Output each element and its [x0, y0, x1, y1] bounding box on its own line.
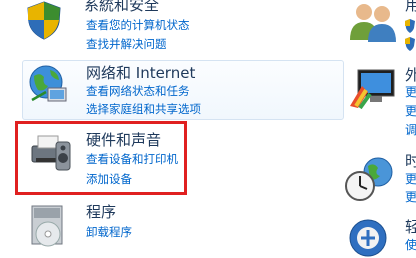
clock-link-2[interactable]: 更 [405, 190, 416, 204]
link-view-network-status[interactable]: 查看网络状态和任务 [86, 84, 190, 98]
user-accounts-title[interactable]: 用 [405, 0, 416, 14]
uac-shield-icon [405, 19, 415, 51]
clock-globe-icon [345, 157, 393, 201]
appearance-title[interactable]: 外 [405, 66, 416, 84]
category-title-programs[interactable]: 程序 [86, 203, 116, 221]
annotation-highlight-box [15, 121, 187, 195]
programs-disc-icon [31, 205, 63, 247]
category-title-security[interactable]: 系統和安全 [84, 0, 159, 14]
appearance-link-1[interactable]: 更 [405, 85, 416, 99]
user-accounts-icon [350, 4, 396, 42]
ease-title[interactable]: 轻 [405, 218, 416, 236]
category-title-network[interactable]: 网络和 Internet [86, 64, 195, 82]
link-view-computer-status[interactable]: 查看您的计算机状态 [86, 18, 190, 32]
ease-link-1[interactable]: 使 [405, 238, 416, 252]
clock-title[interactable]: 时 [405, 152, 416, 170]
appearance-link-3[interactable]: 调 [405, 123, 416, 137]
link-uninstall-program[interactable]: 卸载程序 [86, 225, 132, 239]
globe-network-icon [29, 65, 67, 102]
appearance-link-2[interactable]: 更 [405, 104, 416, 118]
clock-link-1[interactable]: 更 [405, 172, 416, 186]
link-find-fix-problems[interactable]: 查找并解决问题 [86, 37, 167, 51]
shield-icon [27, 1, 61, 40]
appearance-monitor-icon [350, 69, 395, 110]
link-homegroup-sharing[interactable]: 选择家庭组和共享选项 [86, 102, 201, 116]
ease-of-access-icon [349, 219, 387, 257]
